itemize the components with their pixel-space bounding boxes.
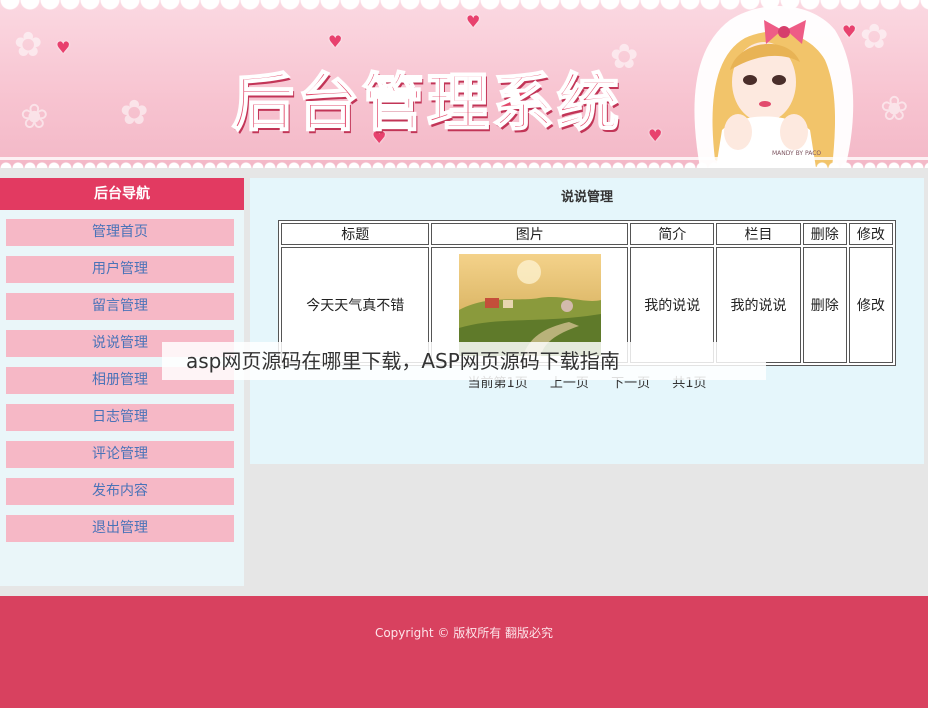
sidebar-item-messages[interactable]: 留言管理: [6, 293, 234, 320]
site-title: 后台管理系统: [231, 65, 623, 140]
sidebar-item-comments[interactable]: 评论管理: [6, 441, 234, 468]
column-header-title: 标题: [281, 223, 430, 245]
footer: Copyright © 版权所有 翻版必究: [0, 596, 928, 708]
heart-icon: ♥: [56, 38, 71, 57]
sidebar-item-home[interactable]: 管理首页: [6, 219, 234, 246]
sidebar-title: 后台导航: [0, 178, 244, 210]
flower-icon: ❀: [20, 97, 49, 137]
heart-icon: ♥: [328, 32, 343, 51]
lace-border-bottom: [0, 156, 928, 168]
delete-link[interactable]: 删除: [802, 247, 847, 363]
column-header-delete: 删除: [802, 223, 847, 245]
sidebar-item-logout[interactable]: 退出管理: [6, 515, 234, 542]
flower-icon: ✿: [860, 17, 889, 57]
sidebar: 后台导航 管理首页 用户管理 留言管理 说说管理 相册管理 日志管理 评论管理 …: [0, 178, 244, 586]
overlay-caption: asp网页源码在哪里下载，ASP网页源码下载指南: [162, 342, 766, 380]
column-header-intro: 简介: [630, 223, 715, 245]
column-header-column: 栏目: [716, 223, 801, 245]
column-header-edit: 修改: [848, 223, 893, 245]
sidebar-item-publish[interactable]: 发布内容: [6, 478, 234, 505]
flower-icon: ✿: [120, 93, 149, 133]
column-header-image: 图片: [431, 223, 629, 245]
main-content: 说说管理 标题 图片 简介 栏目 删除 修改 今天天气真不错 我的说说 我的说说…: [250, 178, 924, 464]
page-title: 说说管理: [560, 190, 613, 205]
flower-icon: ✿: [14, 25, 43, 65]
heart-icon: ♥: [466, 12, 481, 31]
edit-link[interactable]: 修改: [848, 247, 893, 363]
copyright-text: Copyright © 版权所有 翻版必究: [374, 626, 554, 640]
sidebar-item-logs[interactable]: 日志管理: [6, 404, 234, 431]
flower-icon: ❀: [880, 89, 909, 129]
post-thumbnail-image: [458, 254, 601, 356]
girl-illustration: [694, 6, 854, 168]
header-banner: ✿ ✿ ❀ ✿ ✿ ❀ ♥ ♥ ♥ ♥ ♥ ♥ 后台管理系统 MANDY BY …: [0, 0, 928, 168]
sidebar-item-users[interactable]: 用户管理: [6, 256, 234, 283]
table-header-row: 标题 图片 简介 栏目 删除 修改: [281, 223, 893, 245]
